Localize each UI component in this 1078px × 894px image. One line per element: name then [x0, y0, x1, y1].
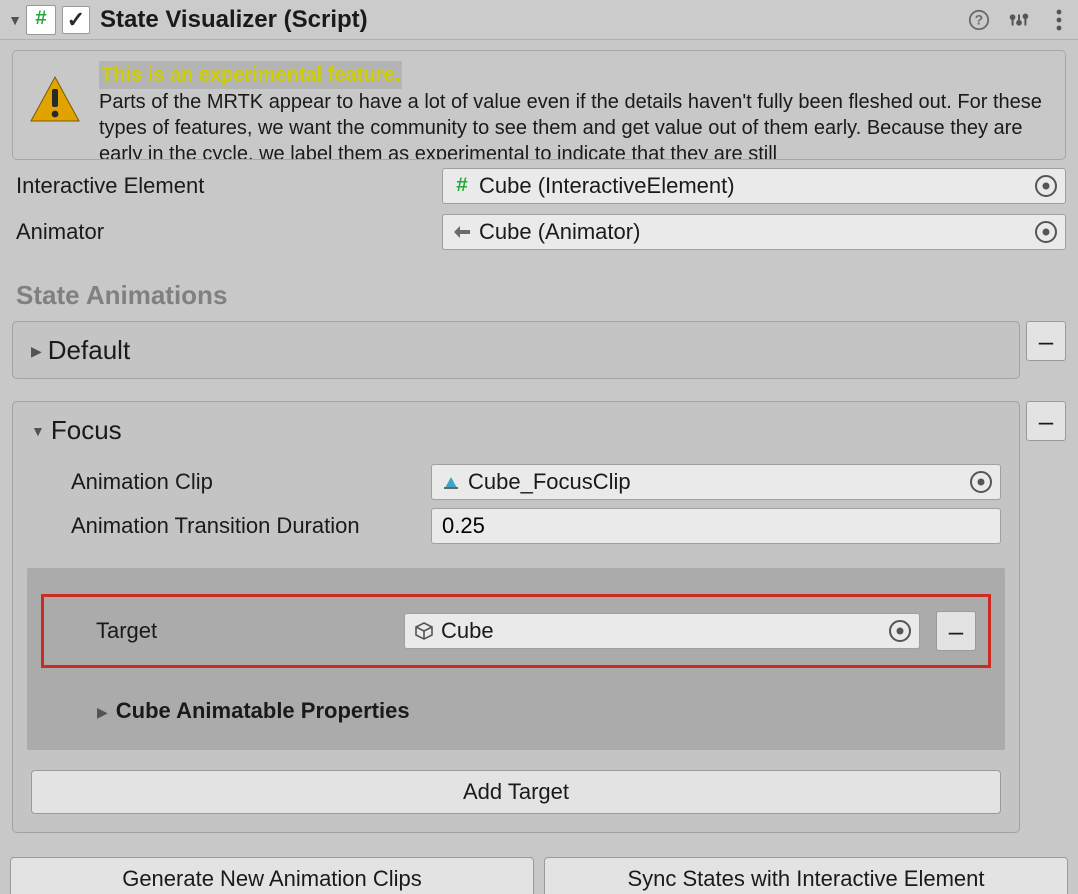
animation-clip-field[interactable]: Cube_FocusClip — [431, 464, 1001, 500]
script-mini-icon: # — [451, 175, 473, 198]
warning-text: This is an experimental feature. Parts o… — [99, 61, 1049, 160]
component-header: # State Visualizer (Script) ? — [0, 0, 1078, 40]
target-value: Cube — [441, 618, 883, 644]
interactive-element-value: Cube (InteractiveElement) — [479, 173, 1029, 199]
animation-clip-row: Animation Clip Cube_FocusClip — [31, 462, 1001, 502]
object-picker-icon[interactable] — [1035, 221, 1057, 243]
state-default-title: Default — [48, 335, 130, 366]
animation-clip-value: Cube_FocusClip — [468, 469, 964, 495]
component-foldout-toggle[interactable] — [4, 12, 26, 28]
animatable-properties-label: Cube Animatable Properties — [116, 698, 410, 724]
animator-value: Cube (Animator) — [479, 219, 1029, 245]
foldout-icon — [31, 339, 42, 362]
interactive-element-field[interactable]: # Cube (InteractiveElement) — [442, 168, 1066, 204]
state-focus-header[interactable]: Focus — [13, 402, 1019, 458]
help-icon[interactable]: ? — [966, 7, 992, 33]
interactive-element-row: Interactive Element # Cube (InteractiveE… — [12, 166, 1066, 206]
state-default: Default — [12, 321, 1020, 379]
warning-icon — [29, 61, 81, 123]
state-focus-title: Focus — [51, 415, 122, 446]
animation-clip-label: Animation Clip — [31, 469, 431, 495]
target-label: Target — [56, 618, 396, 644]
sync-states-button[interactable]: Sync States with Interactive Element — [544, 857, 1068, 894]
component-enabled-checkbox[interactable] — [62, 6, 90, 34]
experimental-headline: This is an experimental feature. — [99, 61, 402, 89]
header-icon-group: ? — [966, 7, 1072, 33]
animclip-icon — [440, 473, 462, 491]
animator-mini-icon — [451, 223, 473, 241]
state-visualizer-component: # State Visualizer (Script) ? This is an… — [0, 0, 1078, 894]
target-highlight: Target Cube – — [41, 594, 991, 668]
gameobject-icon — [413, 621, 435, 641]
state-default-header[interactable]: Default — [13, 322, 1019, 378]
presets-icon[interactable] — [1006, 7, 1032, 33]
add-target-button[interactable]: Add Target — [31, 770, 1001, 814]
experimental-body: Parts of the MRTK appear to have a lot o… — [99, 91, 1042, 160]
target-field[interactable]: Cube — [404, 613, 920, 649]
interactive-element-label: Interactive Element — [12, 173, 442, 199]
object-picker-icon[interactable] — [1035, 175, 1057, 197]
state-focus: Focus Animation Clip Cube_FocusClip — [12, 401, 1020, 833]
script-icon: # — [26, 5, 56, 35]
footer-buttons: Generate New Animation Clips Sync States… — [10, 857, 1068, 894]
animator-row: Animator Cube (Animator) — [12, 212, 1066, 252]
state-animations-heading: State Animations — [16, 280, 1066, 311]
remove-state-button[interactable]: – — [1026, 321, 1066, 361]
transition-duration-label: Animation Transition Duration — [31, 513, 431, 539]
animator-label: Animator — [12, 219, 442, 245]
animatable-properties-foldout[interactable]: Cube Animatable Properties — [41, 698, 991, 724]
foldout-icon — [31, 419, 45, 442]
transition-duration-row: Animation Transition Duration — [31, 506, 1001, 546]
component-title: State Visualizer (Script) — [100, 6, 966, 34]
remove-state-button[interactable]: – — [1026, 401, 1066, 441]
transition-duration-input[interactable] — [431, 508, 1001, 544]
svg-text:?: ? — [975, 12, 983, 27]
kebab-menu-icon[interactable] — [1046, 7, 1072, 33]
remove-target-button[interactable]: – — [936, 611, 976, 651]
animator-field[interactable]: Cube (Animator) — [442, 214, 1066, 250]
experimental-warning: This is an experimental feature. Parts o… — [12, 50, 1066, 160]
foldout-icon — [97, 700, 108, 723]
object-picker-icon[interactable] — [970, 471, 992, 493]
generate-clips-button[interactable]: Generate New Animation Clips — [10, 857, 534, 894]
target-block: Target Cube – — [27, 568, 1005, 750]
object-picker-icon[interactable] — [889, 620, 911, 642]
